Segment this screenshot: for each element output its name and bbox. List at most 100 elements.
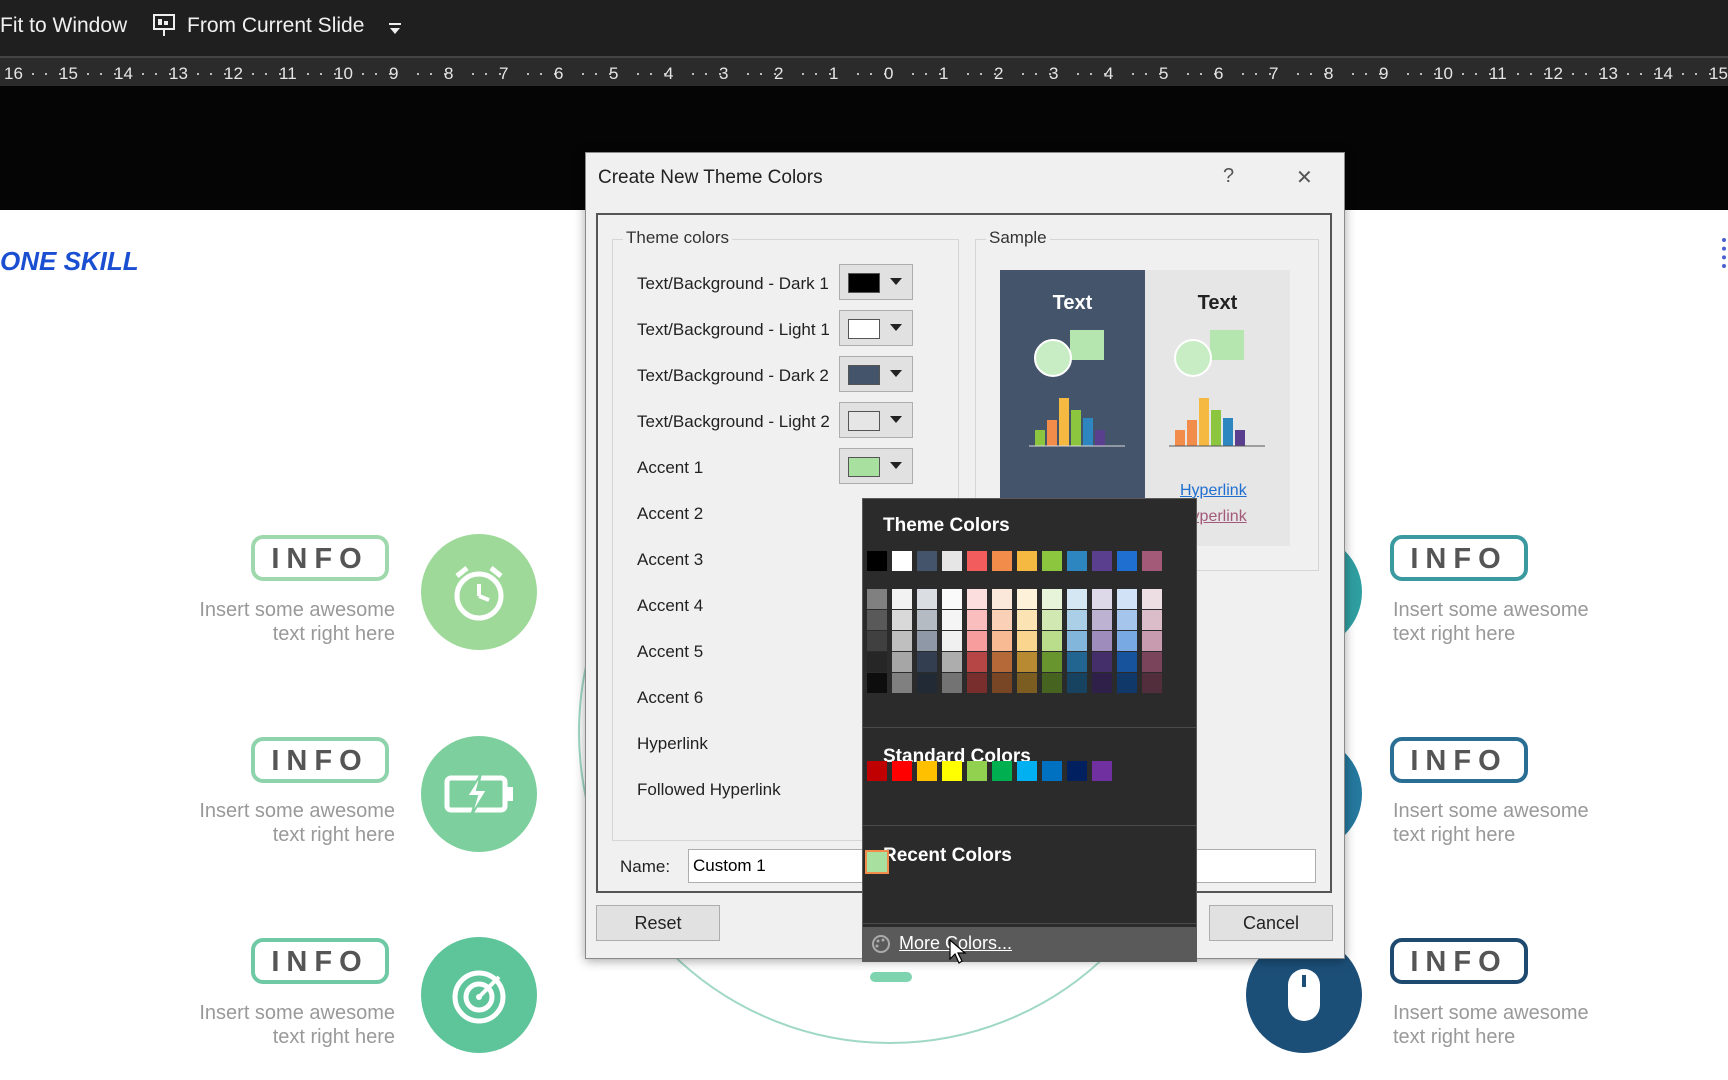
theme-color-shade-swatch[interactable]	[1092, 610, 1112, 630]
theme-color-shade-swatch[interactable]	[1067, 631, 1087, 651]
standard-color-swatch[interactable]	[1017, 761, 1037, 781]
theme-color-shade-swatch[interactable]	[1017, 610, 1037, 630]
theme-color-swatch[interactable]	[967, 551, 987, 571]
recent-color-swatch[interactable]	[865, 850, 889, 874]
from-current-slide-button[interactable]: From Current Slide	[187, 14, 364, 38]
theme-color-shade-swatch[interactable]	[992, 652, 1012, 672]
reset-button[interactable]: Reset	[596, 905, 720, 941]
theme-color-shade-swatch[interactable]	[1042, 610, 1062, 630]
theme-color-shade-swatch[interactable]	[1042, 673, 1062, 693]
theme-color-shade-swatch[interactable]	[892, 610, 912, 630]
theme-color-swatch[interactable]	[917, 551, 937, 571]
theme-color-shade-swatch[interactable]	[867, 631, 887, 651]
standard-color-swatch[interactable]	[992, 761, 1012, 781]
theme-color-shade-swatch[interactable]	[992, 673, 1012, 693]
theme-color-swatch[interactable]	[942, 551, 962, 571]
standard-color-swatch[interactable]	[1067, 761, 1087, 781]
cancel-button[interactable]: Cancel	[1209, 905, 1333, 941]
help-icon[interactable]: ?	[1223, 165, 1234, 188]
theme-color-swatch[interactable]	[1042, 551, 1062, 571]
theme-color-shade-swatch[interactable]	[1017, 673, 1037, 693]
more-colors-item[interactable]: More Colors...	[863, 927, 1196, 961]
theme-color-shade-swatch[interactable]	[1142, 673, 1162, 693]
theme-color-shade-swatch[interactable]	[1117, 652, 1137, 672]
theme-color-shade-swatch[interactable]	[1117, 589, 1137, 609]
theme-color-swatch[interactable]	[992, 551, 1012, 571]
ruler-tick-label: 15	[1709, 64, 1728, 83]
theme-color-shade-swatch[interactable]	[917, 610, 937, 630]
standard-color-swatch[interactable]	[1092, 761, 1112, 781]
theme-color-shade-swatch[interactable]	[1042, 589, 1062, 609]
theme-color-shade-swatch[interactable]	[892, 631, 912, 651]
color-dropdown-button[interactable]	[839, 264, 913, 300]
theme-color-swatch[interactable]	[1142, 551, 1162, 571]
theme-color-shade-swatch[interactable]	[967, 652, 987, 672]
theme-color-shade-swatch[interactable]	[942, 631, 962, 651]
standard-color-swatch[interactable]	[892, 761, 912, 781]
theme-color-swatch[interactable]	[1117, 551, 1137, 571]
theme-color-swatch[interactable]	[867, 551, 887, 571]
theme-color-shade-swatch[interactable]	[892, 589, 912, 609]
theme-color-shade-swatch[interactable]	[1092, 589, 1112, 609]
theme-color-shade-swatch[interactable]	[942, 652, 962, 672]
theme-color-shade-swatch[interactable]	[1092, 631, 1112, 651]
standard-color-swatch[interactable]	[1042, 761, 1062, 781]
theme-color-shade-swatch[interactable]	[1142, 631, 1162, 651]
theme-color-shade-swatch[interactable]	[967, 610, 987, 630]
theme-color-shade-swatch[interactable]	[917, 652, 937, 672]
theme-color-shade-swatch[interactable]	[992, 589, 1012, 609]
theme-color-shade-swatch[interactable]	[1042, 631, 1062, 651]
theme-color-shade-swatch[interactable]	[892, 673, 912, 693]
theme-color-shade-swatch[interactable]	[967, 631, 987, 651]
theme-color-swatch[interactable]	[892, 551, 912, 571]
fit-to-window-button[interactable]: Fit to Window	[0, 14, 127, 38]
theme-color-shade-swatch[interactable]	[1092, 652, 1112, 672]
theme-color-shade-swatch[interactable]	[867, 652, 887, 672]
theme-color-shade-swatch[interactable]	[867, 589, 887, 609]
color-dropdown-button[interactable]	[839, 448, 913, 484]
theme-color-shade-swatch[interactable]	[1067, 652, 1087, 672]
theme-color-shade-swatch[interactable]	[1042, 652, 1062, 672]
color-dropdown-button[interactable]	[839, 402, 913, 438]
standard-color-swatch[interactable]	[942, 761, 962, 781]
theme-color-shade-swatch[interactable]	[917, 631, 937, 651]
ruler-mark	[1090, 73, 1092, 75]
theme-color-shade-swatch[interactable]	[1117, 631, 1137, 651]
theme-color-swatch[interactable]	[1067, 551, 1087, 571]
theme-color-shade-swatch[interactable]	[1117, 673, 1137, 693]
theme-color-swatch[interactable]	[1017, 551, 1037, 571]
standard-color-swatch[interactable]	[867, 761, 887, 781]
theme-color-shade-swatch[interactable]	[992, 631, 1012, 651]
close-icon[interactable]: ✕	[1296, 165, 1313, 190]
theme-color-shade-swatch[interactable]	[1142, 610, 1162, 630]
theme-color-shade-swatch[interactable]	[1142, 652, 1162, 672]
theme-color-shade-swatch[interactable]	[1017, 631, 1037, 651]
theme-color-shade-swatch[interactable]	[1092, 673, 1112, 693]
theme-color-shade-swatch[interactable]	[917, 589, 937, 609]
theme-color-shade-swatch[interactable]	[967, 589, 987, 609]
theme-color-shade-swatch[interactable]	[1017, 652, 1037, 672]
theme-color-shade-swatch[interactable]	[942, 589, 962, 609]
theme-color-shade-swatch[interactable]	[1017, 589, 1037, 609]
customize-toolbar-dropdown-icon[interactable]	[388, 18, 402, 42]
standard-color-swatch[interactable]	[917, 761, 937, 781]
theme-color-shade-swatch[interactable]	[942, 610, 962, 630]
color-dropdown-button[interactable]	[839, 356, 913, 392]
theme-color-shade-swatch[interactable]	[1067, 673, 1087, 693]
theme-color-shade-swatch[interactable]	[1067, 589, 1087, 609]
theme-color-shade-swatch[interactable]	[992, 610, 1012, 630]
color-dropdown-button[interactable]	[839, 310, 913, 346]
theme-color-swatch[interactable]	[1092, 551, 1112, 571]
theme-color-shade-swatch[interactable]	[867, 610, 887, 630]
theme-color-shade-swatch[interactable]	[867, 673, 887, 693]
theme-color-shade-swatch[interactable]	[1142, 589, 1162, 609]
theme-color-shade-swatch[interactable]	[1067, 610, 1087, 630]
theme-color-shade-swatch[interactable]	[967, 673, 987, 693]
theme-color-shade-swatch[interactable]	[1117, 610, 1137, 630]
ruler-tick-label: 9	[389, 64, 399, 83]
theme-color-shade-swatch[interactable]	[892, 652, 912, 672]
standard-color-swatch[interactable]	[967, 761, 987, 781]
theme-color-shade-swatch[interactable]	[942, 673, 962, 693]
theme-color-shade-swatch[interactable]	[917, 673, 937, 693]
ruler-tick-label: 10	[1434, 64, 1453, 83]
